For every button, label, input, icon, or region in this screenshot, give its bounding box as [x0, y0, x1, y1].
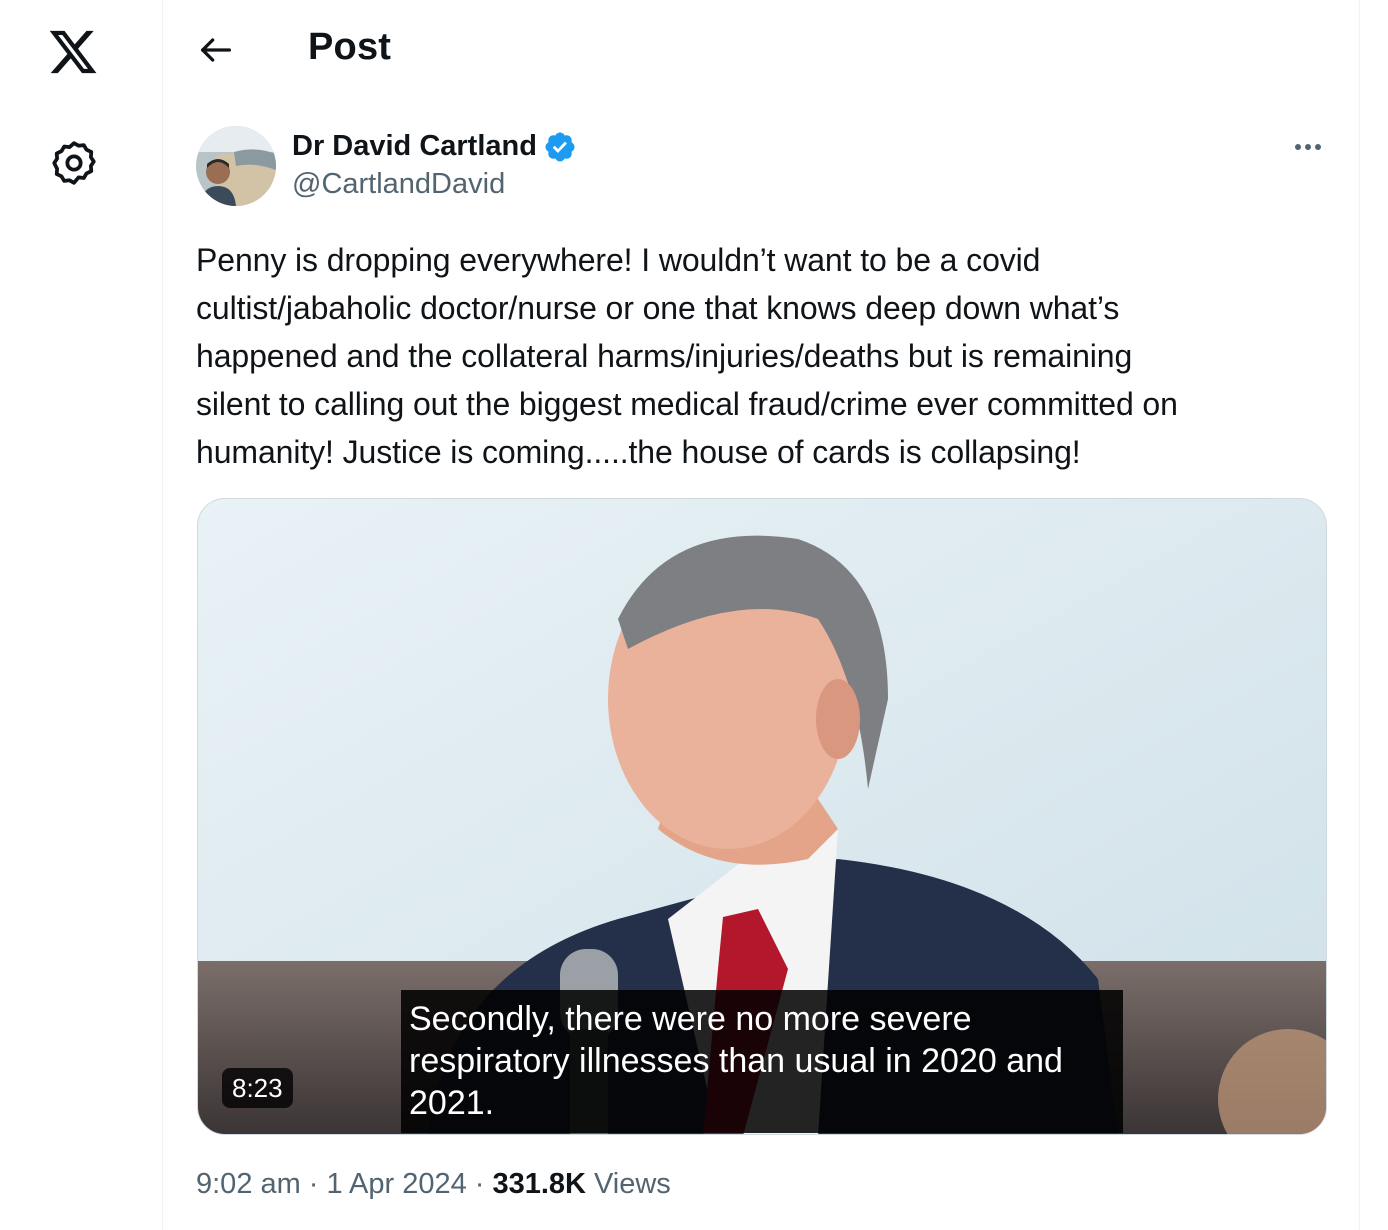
more-horizontal-icon[interactable]	[1286, 130, 1330, 164]
video-caption: Secondly, there were no more severe resp…	[401, 990, 1123, 1133]
column-divider	[1359, 0, 1360, 1230]
arrow-left-icon[interactable]	[196, 30, 236, 70]
author-row: Dr David Cartland	[292, 126, 577, 166]
views-count: 331.8K	[492, 1168, 586, 1200]
separator: ·	[474, 1168, 485, 1200]
author-name[interactable]: Dr David Cartland	[292, 130, 537, 163]
page-title: Post	[308, 26, 392, 68]
author-handle[interactable]: @CartlandDavid	[292, 168, 505, 201]
left-nav-rail	[0, 0, 163, 1230]
post-meta: 9:02 am · 1 Apr 2024 · 331.8K Views	[196, 1168, 671, 1201]
post-text: Penny is dropping everywhere! I wouldn’t…	[196, 242, 1178, 470]
post-date[interactable]: 1 Apr 2024	[326, 1168, 466, 1201]
separator: ·	[308, 1168, 319, 1200]
x-logo-icon[interactable]	[45, 26, 101, 78]
post-time[interactable]: 9:02 am	[196, 1168, 301, 1201]
views-label: Views	[593, 1168, 671, 1200]
video-duration-badge: 8:23	[222, 1068, 293, 1108]
avatar[interactable]	[196, 126, 276, 206]
gear-icon[interactable]	[49, 138, 99, 188]
verified-badge-icon[interactable]	[543, 130, 577, 164]
